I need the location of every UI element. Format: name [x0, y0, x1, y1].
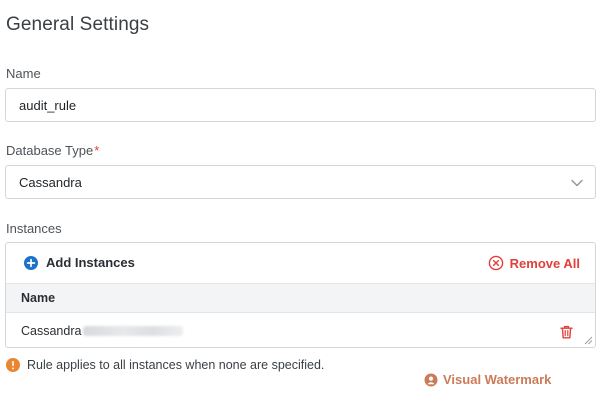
chevron-down-icon [571, 179, 583, 187]
instances-toolbar: Add Instances Remove All [6, 243, 595, 283]
required-marker: * [94, 143, 100, 158]
name-label: Name [6, 66, 41, 81]
instances-label: Instances [6, 221, 62, 236]
redacted-text [83, 326, 184, 336]
section-title: General Settings [6, 14, 150, 35]
remove-all-button[interactable]: Remove All [488, 255, 580, 271]
info-note: Rule applies to all instances when none … [6, 358, 324, 372]
database-type-label-text: Database Type [6, 143, 94, 158]
database-type-select[interactable]: Cassandra [5, 165, 596, 199]
plus-circle-icon [24, 255, 38, 270]
x-circle-icon [488, 255, 503, 271]
name-input[interactable] [5, 88, 596, 122]
database-type-value: Cassandra [19, 174, 82, 190]
info-icon [6, 358, 20, 372]
watermark-text: Visual Watermark [443, 372, 552, 387]
add-instances-label: Add Instances [46, 255, 135, 270]
instance-name: Cassandra [21, 324, 82, 338]
instances-column-header: Name [6, 283, 595, 313]
instances-panel: Add Instances Remove All Name Cassandra [5, 242, 596, 348]
database-type-label: Database Type* [6, 143, 99, 158]
watermark: Visual Watermark [424, 372, 551, 387]
resize-handle-icon[interactable] [583, 335, 593, 345]
remove-all-label: Remove All [509, 255, 580, 271]
table-row: Cassandra [6, 313, 595, 347]
watermark-logo-icon [424, 373, 438, 386]
add-instances-button[interactable]: Add Instances [24, 255, 135, 270]
info-note-text: Rule applies to all instances when none … [27, 358, 325, 372]
trash-icon[interactable] [560, 325, 573, 339]
